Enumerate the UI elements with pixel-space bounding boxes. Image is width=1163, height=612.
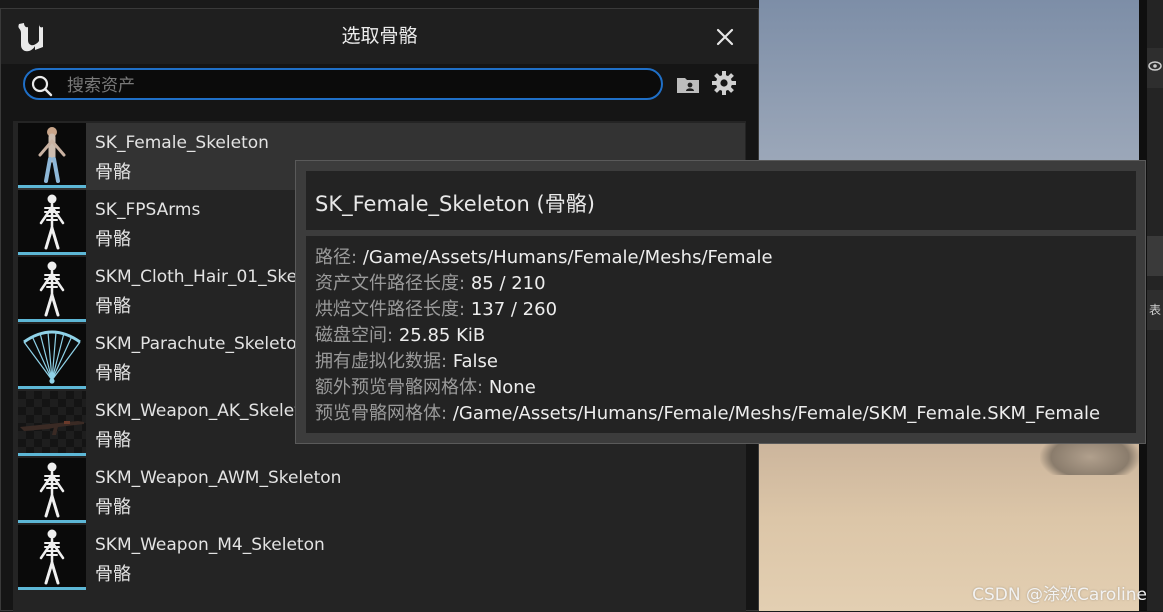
skeleton-thumbnail [18, 257, 86, 322]
close-icon [716, 28, 734, 46]
list-item[interactable]: SKM_Weapon_M4_Skeleton 骨骼 [18, 525, 745, 592]
settings-button[interactable] [710, 69, 738, 97]
tooltip-key: 预览骨骼网格体: [315, 403, 448, 424]
asset-type: 骨骼 [95, 229, 131, 250]
skeleton-thumbnail [18, 458, 86, 523]
tooltip-value: /Game/Assets/Humans/Female/Meshs/Female [362, 247, 773, 268]
tooltip-row-path: 路径: /Game/Assets/Humans/Female/Meshs/Fem… [315, 243, 773, 269]
tooltip-key: 额外预览骨骼网格体: [315, 377, 484, 398]
tooltip-value: 85 / 210 [470, 273, 546, 294]
tooltip-header: SK_Female_Skeleton (骨骼) [306, 171, 1136, 230]
tooltip-key: 磁盘空间: [315, 325, 394, 346]
asset-type: 骨骼 [95, 430, 131, 451]
skeleton-thumbnail [18, 525, 86, 590]
tooltip-row-cooked-path-length: 烘焙文件路径长度: 137 / 260 [315, 295, 557, 321]
weapon-ak-thumbnail [18, 391, 86, 456]
tooltip-row-disk-size: 磁盘空间: 25.85 KiB [315, 321, 485, 347]
panel-tab-label[interactable]: 表 [1147, 290, 1163, 330]
gear-icon [712, 71, 736, 95]
asset-name: SKM_Cloth_Hair_01_Skel [95, 267, 302, 287]
tooltip-value: 137 / 260 [470, 299, 558, 320]
tooltip-key: 路径: [315, 247, 358, 268]
tooltip-title: SK_Female_Skeleton (骨骼) [315, 192, 595, 216]
details-panel-edge: 表 [1147, 0, 1163, 611]
panel-tab[interactable] [1147, 236, 1163, 276]
asset-name: SKM_Weapon_AWM_Skeleton [95, 468, 342, 488]
tooltip-value: None [488, 377, 536, 398]
asset-name: SKM_Weapon_AK_Skelet [95, 401, 301, 421]
asset-type: 骨骼 [95, 296, 131, 317]
search-icon [31, 75, 53, 97]
asset-name: SKM_Weapon_M4_Skeleton [95, 535, 325, 555]
search-input[interactable] [65, 73, 649, 99]
asset-name: SK_Female_Skeleton [95, 133, 269, 153]
asset-type: 骨骼 [95, 162, 131, 183]
asset-type: 骨骼 [95, 363, 131, 384]
female-mesh-thumbnail [18, 123, 86, 188]
dialog-title: 选取骨骼 [341, 25, 418, 47]
tooltip-value: /Game/Assets/Humans/Female/Meshs/Female/… [452, 403, 1101, 424]
asset-tooltip: SK_Female_Skeleton (骨骼) 路径: /Game/Assets… [295, 160, 1146, 444]
asset-name: SK_FPSArms [95, 200, 201, 220]
tooltip-row-asset-path-length: 资产文件路径长度: 85 / 210 [315, 269, 546, 295]
tooltip-row-additional-preview: 额外预览骨骼网格体: None [315, 373, 536, 399]
tooltip-key: 资产文件路径长度: [315, 273, 466, 294]
tooltip-value: False [452, 351, 498, 372]
parachute-thumbnail [18, 324, 86, 389]
asset-name: SKM_Parachute_Skeleton [95, 334, 308, 354]
dialog-titlebar[interactable]: 选取骨骼 [1, 9, 758, 64]
watermark: CSDN @涂欢Caroline [972, 585, 1147, 605]
close-button[interactable] [709, 23, 741, 51]
tooltip-body: 路径: /Game/Assets/Humans/Female/Meshs/Fem… [306, 236, 1136, 433]
tooltip-row-preview-mesh: 预览骨骼网格体: /Game/Assets/Humans/Female/Mesh… [315, 399, 1100, 425]
tooltip-row-virtualized: 拥有虚拟化数据: False [315, 347, 498, 373]
list-item[interactable]: SKM_Weapon_AWM_Skeleton 骨骼 [18, 458, 745, 525]
asset-type: 骨骼 [95, 564, 131, 585]
search-box[interactable] [23, 68, 663, 100]
tooltip-key: 烘焙文件路径长度: [315, 299, 466, 320]
skeleton-thumbnail [18, 190, 86, 255]
asset-type: 骨骼 [95, 497, 131, 518]
folder-icon [677, 78, 699, 93]
folder-button[interactable] [674, 70, 702, 98]
tooltip-key: 拥有虚拟化数据: [315, 351, 448, 372]
eye-icon[interactable] [1147, 48, 1163, 88]
tooltip-value: 25.85 KiB [398, 325, 486, 346]
